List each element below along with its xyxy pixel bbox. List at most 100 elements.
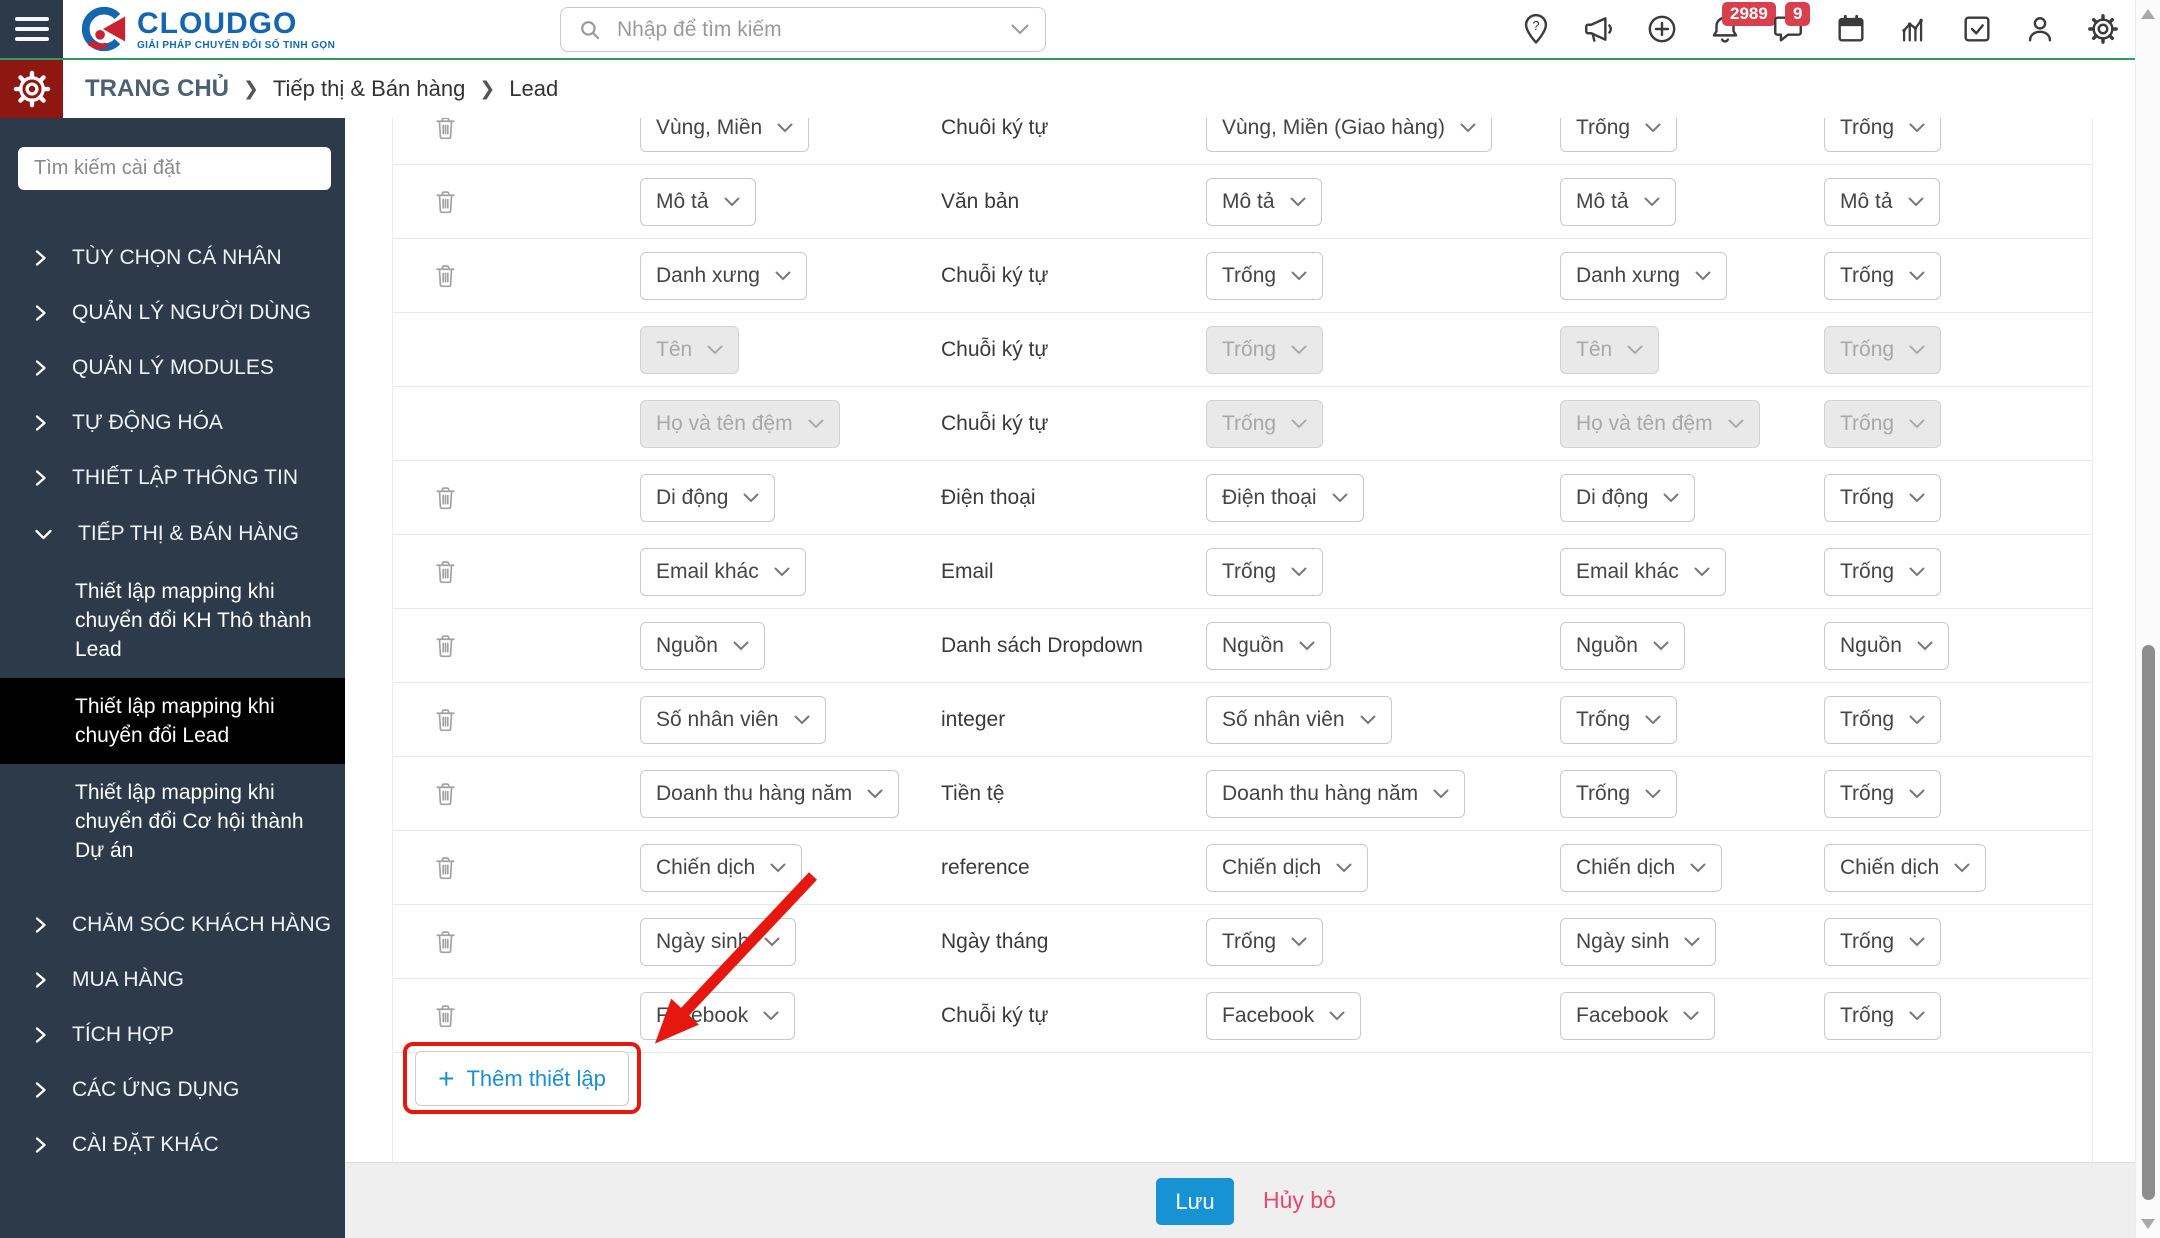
tasks-icon[interactable] — [1960, 12, 1994, 46]
breadcrumb-item-marketing[interactable]: Tiếp thị & Bán hàng — [273, 76, 465, 102]
mapping-dropdown-1[interactable]: Chiến dịch — [1206, 843, 1369, 892]
sidebar-item-t-ch-h-p[interactable]: TÍCH HỢP — [0, 1007, 345, 1062]
trash-icon[interactable] — [433, 558, 458, 586]
source-field-dropdown[interactable]: Mô tả — [640, 177, 756, 226]
mapping-dropdown-2[interactable]: Email khác — [1560, 547, 1726, 596]
global-search-input[interactable] — [615, 16, 999, 43]
source-field-dropdown[interactable]: Email khác — [640, 547, 806, 596]
sidebar-item-qu-n-l-modules[interactable]: QUẢN LÝ MODULES — [0, 340, 345, 395]
mapping-dropdown-1[interactable]: Trống — [1206, 251, 1324, 300]
sidebar-item-t-ng-h-a[interactable]: TỰ ĐỘNG HÓA — [0, 395, 345, 450]
mapping-dropdown-2[interactable]: Danh xưng — [1560, 251, 1727, 300]
mapping-dropdown-1[interactable]: Vùng, Miền (Giao hàng) — [1206, 118, 1492, 152]
mapping-dropdown-3[interactable]: Trống — [1824, 991, 1942, 1040]
mapping-dropdown-2[interactable]: Facebook — [1560, 991, 1716, 1040]
mapping-dropdown-3[interactable]: Trống — [1824, 695, 1942, 744]
global-search[interactable] — [560, 7, 1046, 52]
source-field-dropdown[interactable]: Vùng, Miền — [640, 118, 810, 152]
sidebar-item-thi-t-l-p-th-ng-tin[interactable]: THIẾT LẬP THÔNG TIN — [0, 450, 345, 505]
sidebar-subitem[interactable]: Thiết lập mapping khi chuyển đổi KH Thô … — [0, 563, 345, 678]
user-icon[interactable] — [2023, 12, 2057, 46]
trash-icon[interactable] — [433, 780, 458, 808]
trash-icon[interactable] — [433, 854, 458, 882]
mapping-dropdown-3[interactable]: Trống — [1824, 399, 1942, 448]
trash-icon[interactable] — [433, 262, 458, 290]
source-field-dropdown[interactable]: Danh xưng — [640, 251, 807, 300]
source-field-dropdown[interactable]: Facebook — [640, 991, 796, 1040]
mapping-dropdown-1[interactable]: Doanh thu hàng năm — [1206, 769, 1466, 818]
sidebar-item-qu-n-l-ng-i-d-ng[interactable]: QUẢN LÝ NGƯỜI DÙNG — [0, 285, 345, 340]
settings-section-button[interactable] — [0, 60, 63, 118]
help-pin-icon[interactable]: ? — [1519, 12, 1553, 46]
bell-icon[interactable]: 2989 — [1708, 2, 1776, 46]
trash-icon[interactable] — [433, 118, 458, 142]
mapping-dropdown-1[interactable]: Điện thoại — [1206, 473, 1364, 522]
trash-icon[interactable] — [433, 1002, 458, 1030]
mapping-dropdown-1[interactable]: Trống — [1206, 399, 1324, 448]
source-field-dropdown[interactable]: Họ và tên đệm — [640, 399, 840, 448]
cancel-button[interactable]: Hủy bỏ — [1257, 1186, 1342, 1215]
mapping-dropdown-3[interactable]: Chiến dịch — [1824, 843, 1987, 892]
source-field-dropdown[interactable]: Số nhân viên — [640, 695, 826, 744]
scroll-down-arrow[interactable] — [2141, 1219, 2155, 1229]
settings-icon[interactable] — [2086, 12, 2120, 46]
analytics-icon[interactable] — [1897, 12, 1931, 46]
mapping-dropdown-3[interactable]: Trống — [1824, 769, 1942, 818]
mapping-dropdown-3[interactable]: Nguồn — [1824, 621, 1949, 670]
mapping-dropdown-2[interactable]: Trống — [1560, 118, 1678, 152]
sidebar-subitem[interactable]: Thiết lập mapping khi chuyển đổi Lead — [0, 678, 345, 764]
source-field-dropdown[interactable]: Chiến dịch — [640, 843, 803, 892]
source-field-dropdown[interactable]: Ngày sinh — [640, 917, 797, 966]
plus-circle-icon[interactable] — [1645, 12, 1679, 46]
breadcrumb-home[interactable]: TRANG CHỦ — [85, 75, 229, 103]
mapping-dropdown-1[interactable]: Số nhân viên — [1206, 695, 1392, 744]
scroll-up-arrow[interactable] — [2141, 9, 2155, 19]
mapping-dropdown-1[interactable]: Trống — [1206, 547, 1324, 596]
mapping-dropdown-3[interactable]: Trống — [1824, 325, 1942, 374]
mapping-dropdown-2[interactable]: Ngày sinh — [1560, 917, 1717, 966]
trash-icon[interactable] — [433, 632, 458, 660]
mapping-dropdown-2[interactable]: Chiến dịch — [1560, 843, 1723, 892]
trash-icon[interactable] — [433, 484, 458, 512]
sidebar-item-c-i-t-kh-c[interactable]: CÀI ĐẶT KHÁC — [0, 1117, 345, 1172]
mapping-dropdown-1[interactable]: Facebook — [1206, 991, 1362, 1040]
sidebar-item-marketing-sales[interactable]: TIẾP THỊ & BÁN HÀNG — [0, 505, 345, 563]
trash-icon[interactable] — [433, 188, 458, 216]
trash-icon[interactable] — [433, 706, 458, 734]
mapping-dropdown-3[interactable]: Mô tả — [1824, 177, 1940, 226]
chevron-down-icon[interactable] — [1011, 24, 1029, 35]
sidebar-item-mua-h-ng[interactable]: MUA HÀNG — [0, 952, 345, 1007]
mapping-dropdown-3[interactable]: Trống — [1824, 547, 1942, 596]
mapping-dropdown-2[interactable]: Trống — [1560, 769, 1678, 818]
sidebar-item-ch-m-s-c-kh-ch-h-ng[interactable]: CHĂM SÓC KHÁCH HÀNG — [0, 897, 345, 952]
source-field-dropdown[interactable]: Nguồn — [640, 621, 765, 670]
mapping-dropdown-3[interactable]: Trống — [1824, 917, 1942, 966]
add-setting-button[interactable]: + Thêm thiết lập — [415, 1051, 629, 1106]
sidebar-item-t-y-ch-n-c-nh-n[interactable]: TÙY CHỌN CÁ NHÂN — [0, 230, 345, 285]
mapping-dropdown-2[interactable]: Di động — [1560, 473, 1696, 522]
save-button[interactable]: Lưu — [1156, 1178, 1234, 1225]
mapping-dropdown-3[interactable]: Trống — [1824, 251, 1942, 300]
megaphone-icon[interactable] — [1582, 12, 1616, 46]
scrollbar-thumb[interactable] — [2142, 645, 2155, 1200]
mapping-dropdown-3[interactable]: Trống — [1824, 473, 1942, 522]
sidebar-item-c-c-ng-d-ng[interactable]: CÁC ỨNG DỤNG — [0, 1062, 345, 1117]
source-field-dropdown[interactable]: Tên — [640, 325, 740, 374]
source-field-dropdown[interactable]: Di động — [640, 473, 776, 522]
mapping-dropdown-2[interactable]: Nguồn — [1560, 621, 1685, 670]
mapping-dropdown-1[interactable]: Trống — [1206, 917, 1324, 966]
mapping-dropdown-3[interactable]: Trống — [1824, 118, 1942, 152]
mapping-dropdown-2[interactable]: Trống — [1560, 695, 1678, 744]
mapping-dropdown-1[interactable]: Nguồn — [1206, 621, 1331, 670]
source-field-dropdown[interactable]: Doanh thu hàng năm — [640, 769, 900, 818]
calendar-icon[interactable] — [1834, 12, 1868, 46]
mapping-dropdown-2[interactable]: Họ và tên đệm — [1560, 399, 1760, 448]
mapping-dropdown-1[interactable]: Mô tả — [1206, 177, 1322, 226]
mapping-dropdown-2[interactable]: Tên — [1560, 325, 1660, 374]
chat-icon[interactable]: 9 — [1771, 2, 1811, 46]
trash-icon[interactable] — [433, 928, 458, 956]
hamburger-menu-button[interactable] — [0, 0, 63, 58]
mapping-dropdown-1[interactable]: Trống — [1206, 325, 1324, 374]
mapping-dropdown-2[interactable]: Mô tả — [1560, 177, 1676, 226]
sidebar-subitem[interactable]: Thiết lập mapping khi chuyển đổi Cơ hội … — [0, 764, 345, 879]
